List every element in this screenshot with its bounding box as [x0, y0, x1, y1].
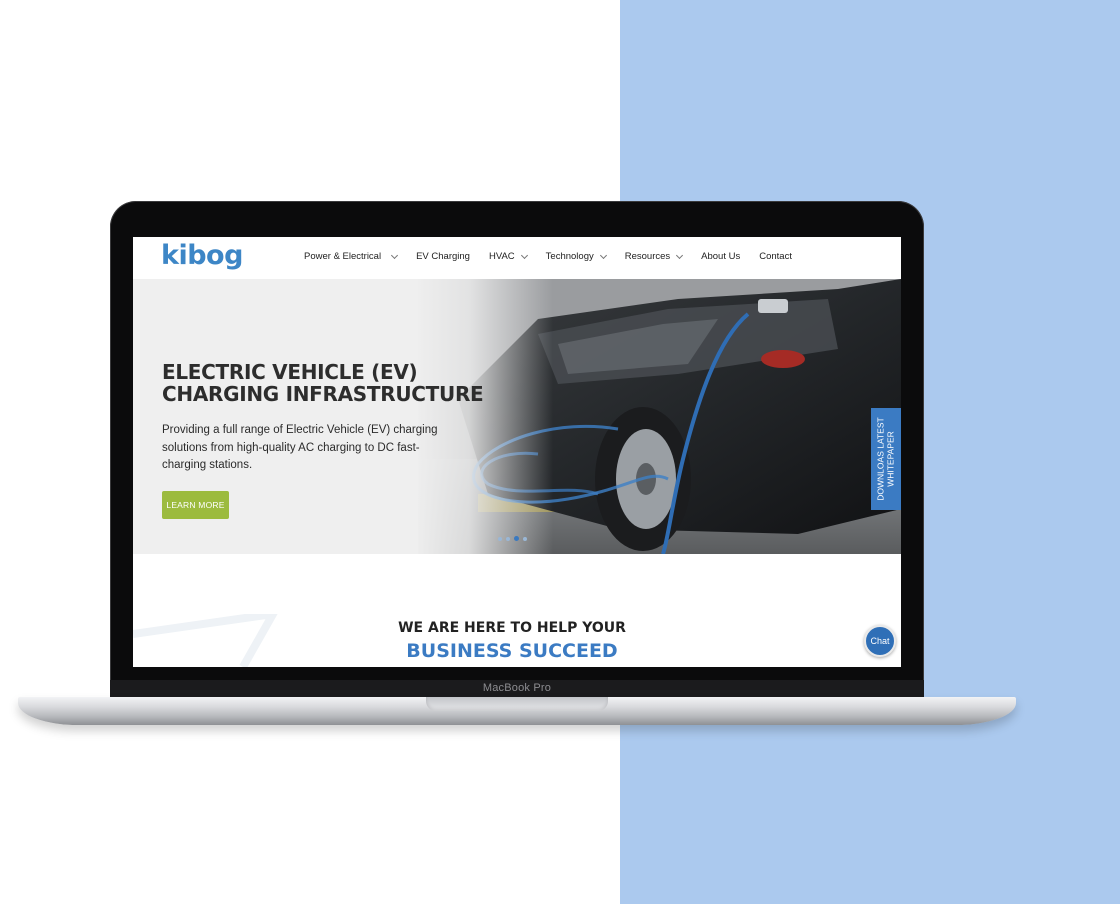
- slider-dot[interactable]: [498, 536, 502, 541]
- website-screen: kibog Power & Electrical EV Charging HVA…: [133, 237, 901, 667]
- nav-label: Contact: [759, 251, 792, 262]
- hero-image-fade: [413, 279, 553, 554]
- help-section: WE ARE HERE TO HELP YOUR BUSINESS SUCCEE…: [133, 554, 901, 667]
- nav-item-contact[interactable]: Contact: [759, 251, 792, 262]
- slider-dot[interactable]: [506, 536, 510, 541]
- hero-title-line: CHARGING INFRASTRUCTURE: [162, 382, 484, 406]
- whitepaper-tab-line: WHITEPAPER: [886, 431, 897, 487]
- hero-description: Providing a full range of Electric Vehic…: [162, 424, 438, 471]
- chevron-down-icon: [391, 251, 399, 259]
- nav-label: Technology: [545, 251, 594, 262]
- nav-item-hvac[interactable]: HVAC: [488, 251, 528, 262]
- help-heading-line2: BUSINESS SUCCEED: [406, 640, 618, 662]
- slider-dot[interactable]: [523, 536, 527, 541]
- nav-item-about-us[interactable]: About Us: [701, 251, 740, 262]
- chevron-down-icon: [599, 251, 607, 259]
- slider-dots: [498, 536, 531, 541]
- laptop-notch: [426, 697, 608, 711]
- site-header: kibog Power & Electrical EV Charging HVA…: [133, 237, 901, 279]
- hero-title-line: ELECTRIC VEHICLE (EV): [162, 360, 418, 384]
- nav-item-ev-charging[interactable]: EV Charging: [416, 251, 470, 262]
- nav-item-technology[interactable]: Technology: [545, 251, 607, 262]
- help-heading-line1: WE ARE HERE TO HELP YOUR: [398, 620, 626, 636]
- slider-dot-active[interactable]: [514, 536, 519, 541]
- nav-item-resources[interactable]: Resources: [624, 251, 684, 262]
- chat-button[interactable]: Chat: [864, 625, 896, 657]
- device-label: MacBook Pro: [482, 682, 552, 694]
- nav-label: Power & Electrical: [304, 251, 382, 262]
- nav-label: Resources: [624, 251, 671, 262]
- whitepaper-tab-line: DOWNLOAS LATEST: [876, 417, 887, 501]
- learn-more-button[interactable]: LEARN MORE: [162, 491, 229, 519]
- chevron-down-icon: [520, 251, 528, 259]
- hero-title: ELECTRIC VEHICLE (EV) CHARGING INFRASTRU…: [162, 360, 484, 406]
- main-nav: Power & Electrical EV Charging HVAC Tech…: [304, 251, 811, 262]
- hero-slider: ELECTRIC VEHICLE (EV) CHARGING INFRASTRU…: [133, 279, 901, 554]
- logo[interactable]: kibog: [161, 240, 243, 271]
- nav-label: EV Charging: [416, 251, 470, 262]
- download-whitepaper-tab[interactable]: DOWNLOAS LATEST WHITEPAPER: [871, 408, 901, 510]
- whitepaper-tab-text: DOWNLOAS LATEST WHITEPAPER: [876, 417, 896, 500]
- nav-label: About Us: [701, 251, 741, 262]
- nav-item-power-electrical[interactable]: Power & Electrical: [304, 251, 399, 262]
- chevron-down-icon: [676, 251, 684, 259]
- nav-label: HVAC: [488, 251, 515, 262]
